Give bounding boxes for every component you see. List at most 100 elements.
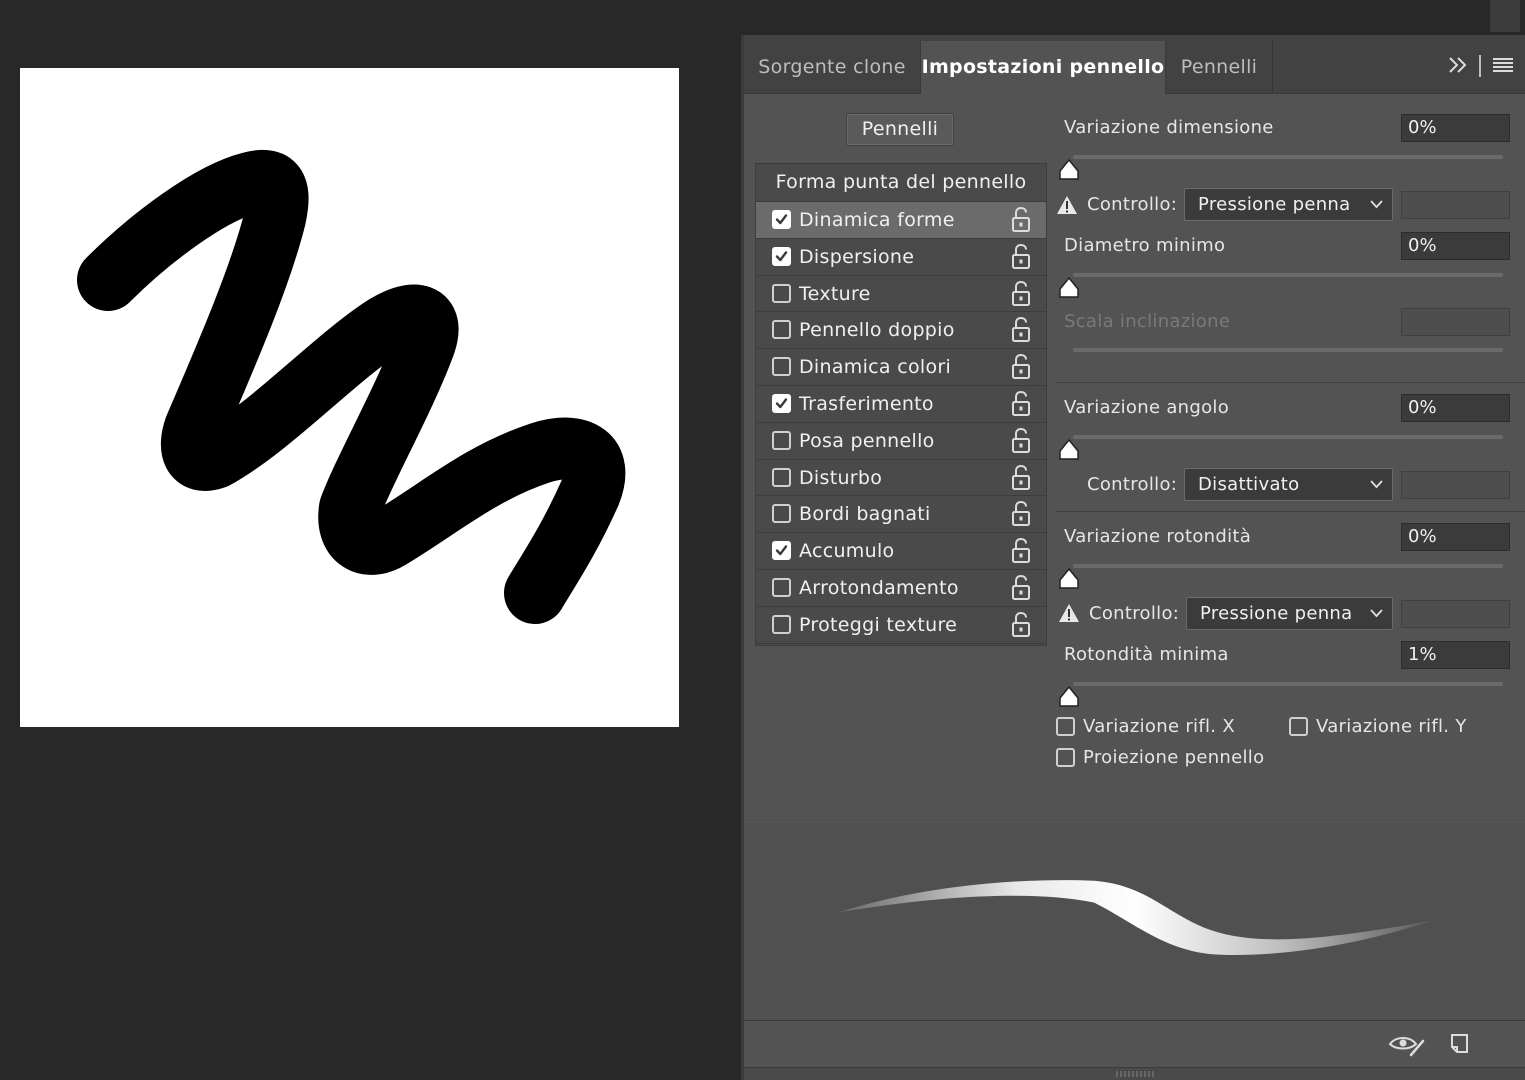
brush-option-label[interactable]: Bordi bagnati — [799, 496, 931, 532]
min-roundness-field[interactable]: 1% — [1401, 641, 1510, 669]
brush-option-label[interactable]: Dispersione — [799, 239, 914, 275]
brush-option-checkbox[interactable] — [772, 467, 791, 487]
angle-jitter-slider-thumb[interactable] — [1058, 439, 1080, 461]
brush-option-label[interactable]: Accumulo — [799, 533, 894, 569]
brush-option-checkbox[interactable] — [772, 577, 791, 597]
brush-option-checkbox[interactable] — [772, 320, 791, 340]
brushes-button[interactable]: Pennelli — [846, 113, 954, 146]
brush-option-checkbox[interactable] — [772, 614, 791, 634]
brush-option-row[interactable]: Bordi bagnati — [756, 496, 1046, 534]
brush-option-row[interactable]: Dinamica forme — [756, 202, 1046, 239]
brush-option-label[interactable]: Arrotondamento — [799, 570, 959, 606]
brush-option-row[interactable]: Texture — [756, 276, 1046, 313]
flip-x-label[interactable]: Variazione rifl. X — [1083, 716, 1235, 737]
double-chevron-right-icon[interactable] — [1446, 53, 1470, 77]
brush-tip-shape-item[interactable]: Forma punta del pennello — [756, 164, 1046, 202]
angle-control-label: Controllo: — [1087, 474, 1178, 495]
size-jitter-field[interactable]: 0% — [1401, 114, 1510, 142]
roundness-control-value: Pressione penna — [1200, 603, 1353, 624]
flip-y-label[interactable]: Variazione rifl. Y — [1316, 716, 1467, 737]
flip-x-checkbox[interactable] — [1056, 717, 1075, 736]
brush-stroke-preview — [744, 822, 1525, 1020]
tilt-scale-label: Scala inclinazione — [1064, 311, 1231, 332]
roundness-jitter-slider-track[interactable] — [1073, 564, 1503, 568]
min-diameter-slider-track[interactable] — [1073, 273, 1503, 277]
warning-icon — [1059, 604, 1079, 622]
brush-option-checkbox[interactable] — [772, 393, 791, 413]
create-new-brush-icon[interactable] — [1448, 1033, 1470, 1055]
brush-option-row[interactable]: Accumulo — [756, 533, 1046, 570]
brush-option-label[interactable]: Dinamica forme — [799, 202, 955, 238]
unlock-icon[interactable] — [1010, 317, 1032, 343]
unlock-icon[interactable] — [1010, 538, 1032, 564]
unlock-icon[interactable] — [1010, 464, 1032, 491]
unlock-icon[interactable] — [1010, 501, 1032, 527]
brush-options-list: Forma punta del pennello Dinamica forme D… — [755, 163, 1047, 646]
brush-option-label[interactable]: Disturbo — [799, 460, 882, 496]
brush-option-label[interactable]: Trasferimento — [799, 386, 934, 422]
brush-option-row[interactable]: Disturbo — [756, 460, 1046, 497]
size-control-value: Pressione penna — [1198, 194, 1351, 215]
section-divider — [1056, 382, 1525, 383]
brush-option-checkbox[interactable] — [772, 541, 791, 561]
min-diameter-slider-thumb[interactable] — [1058, 277, 1080, 299]
brush-option-row[interactable]: Arrotondamento — [756, 570, 1046, 607]
min-diameter-field[interactable]: 0% — [1401, 232, 1510, 260]
unlock-icon[interactable] — [1010, 611, 1032, 638]
brush-option-row[interactable]: Dispersione — [756, 239, 1046, 276]
brush-settings-panel: Sorgente clone Impostazioni pennello Pen… — [741, 35, 1525, 1080]
unlock-icon[interactable] — [1010, 390, 1032, 417]
size-control-select[interactable]: Pressione penna — [1184, 188, 1393, 221]
min-roundness-slider-track[interactable] — [1073, 682, 1503, 686]
size-jitter-slider-track[interactable] — [1073, 155, 1503, 159]
brush-option-checkbox[interactable] — [772, 504, 791, 524]
angle-control-select[interactable]: Disattivato — [1184, 468, 1393, 501]
roundness-control-extra-field — [1401, 600, 1510, 628]
brush-option-label[interactable]: Texture — [799, 276, 871, 312]
brush-projection-checkbox[interactable] — [1056, 748, 1075, 767]
app-scrollbar-nub[interactable] — [1490, 0, 1520, 32]
brush-option-checkbox[interactable] — [772, 210, 791, 229]
brush-stroke-drawing — [77, 149, 626, 624]
size-jitter-slider-thumb[interactable] — [1058, 159, 1080, 181]
brush-option-checkbox[interactable] — [772, 283, 791, 303]
document-canvas[interactable] — [20, 68, 679, 727]
tab-brush-settings[interactable]: Impostazioni pennello — [920, 41, 1166, 94]
brush-option-checkbox[interactable] — [772, 357, 791, 377]
brush-option-checkbox[interactable] — [772, 430, 791, 450]
unlock-icon[interactable] — [1010, 280, 1032, 307]
brush-option-label[interactable]: Proteggi texture — [799, 607, 957, 643]
min-roundness-slider-thumb[interactable] — [1058, 686, 1080, 708]
brush-option-checkbox[interactable] — [772, 246, 791, 266]
flip-y-checkbox[interactable] — [1289, 717, 1308, 736]
panel-resize-strip[interactable] — [744, 1067, 1525, 1080]
brush-option-row[interactable]: Proteggi texture — [756, 607, 1046, 644]
unlock-icon[interactable] — [1010, 574, 1032, 601]
tilt-scale-slider-track — [1073, 348, 1503, 352]
brush-option-row[interactable]: Pennello doppio — [756, 312, 1046, 350]
brush-option-label[interactable]: Pennello doppio — [799, 312, 955, 348]
stroke-preview-image — [837, 880, 1433, 955]
roundness-jitter-field[interactable]: 0% — [1401, 523, 1510, 551]
warning-icon — [1057, 196, 1077, 214]
unlock-icon[interactable] — [1010, 354, 1032, 380]
brush-option-label[interactable]: Dinamica colori — [799, 349, 951, 385]
brush-option-label[interactable]: Posa pennello — [799, 423, 935, 459]
roundness-jitter-slider-thumb[interactable] — [1058, 568, 1080, 590]
tab-brushes[interactable]: Pennelli — [1166, 41, 1272, 94]
brush-option-row[interactable]: Trasferimento — [756, 386, 1046, 423]
angle-jitter-field[interactable]: 0% — [1401, 394, 1510, 422]
angle-jitter-slider-track[interactable] — [1073, 435, 1503, 439]
brush-projection-label[interactable]: Proiezione pennello — [1083, 747, 1264, 768]
panel-menu-icon[interactable] — [1492, 57, 1514, 73]
unlock-icon[interactable] — [1010, 427, 1032, 454]
resize-grip[interactable] — [1116, 1071, 1154, 1077]
checkmark-icon — [775, 251, 788, 261]
tab-clone-source[interactable]: Sorgente clone — [744, 41, 920, 94]
brush-option-row[interactable]: Posa pennello — [756, 423, 1046, 460]
brush-option-row[interactable]: Dinamica colori — [756, 349, 1046, 386]
roundness-control-select[interactable]: Pressione penna — [1186, 597, 1393, 630]
unlock-icon[interactable] — [1010, 207, 1032, 233]
toggle-live-tip-preview-icon[interactable] — [1388, 1033, 1426, 1057]
unlock-icon[interactable] — [1010, 243, 1032, 270]
